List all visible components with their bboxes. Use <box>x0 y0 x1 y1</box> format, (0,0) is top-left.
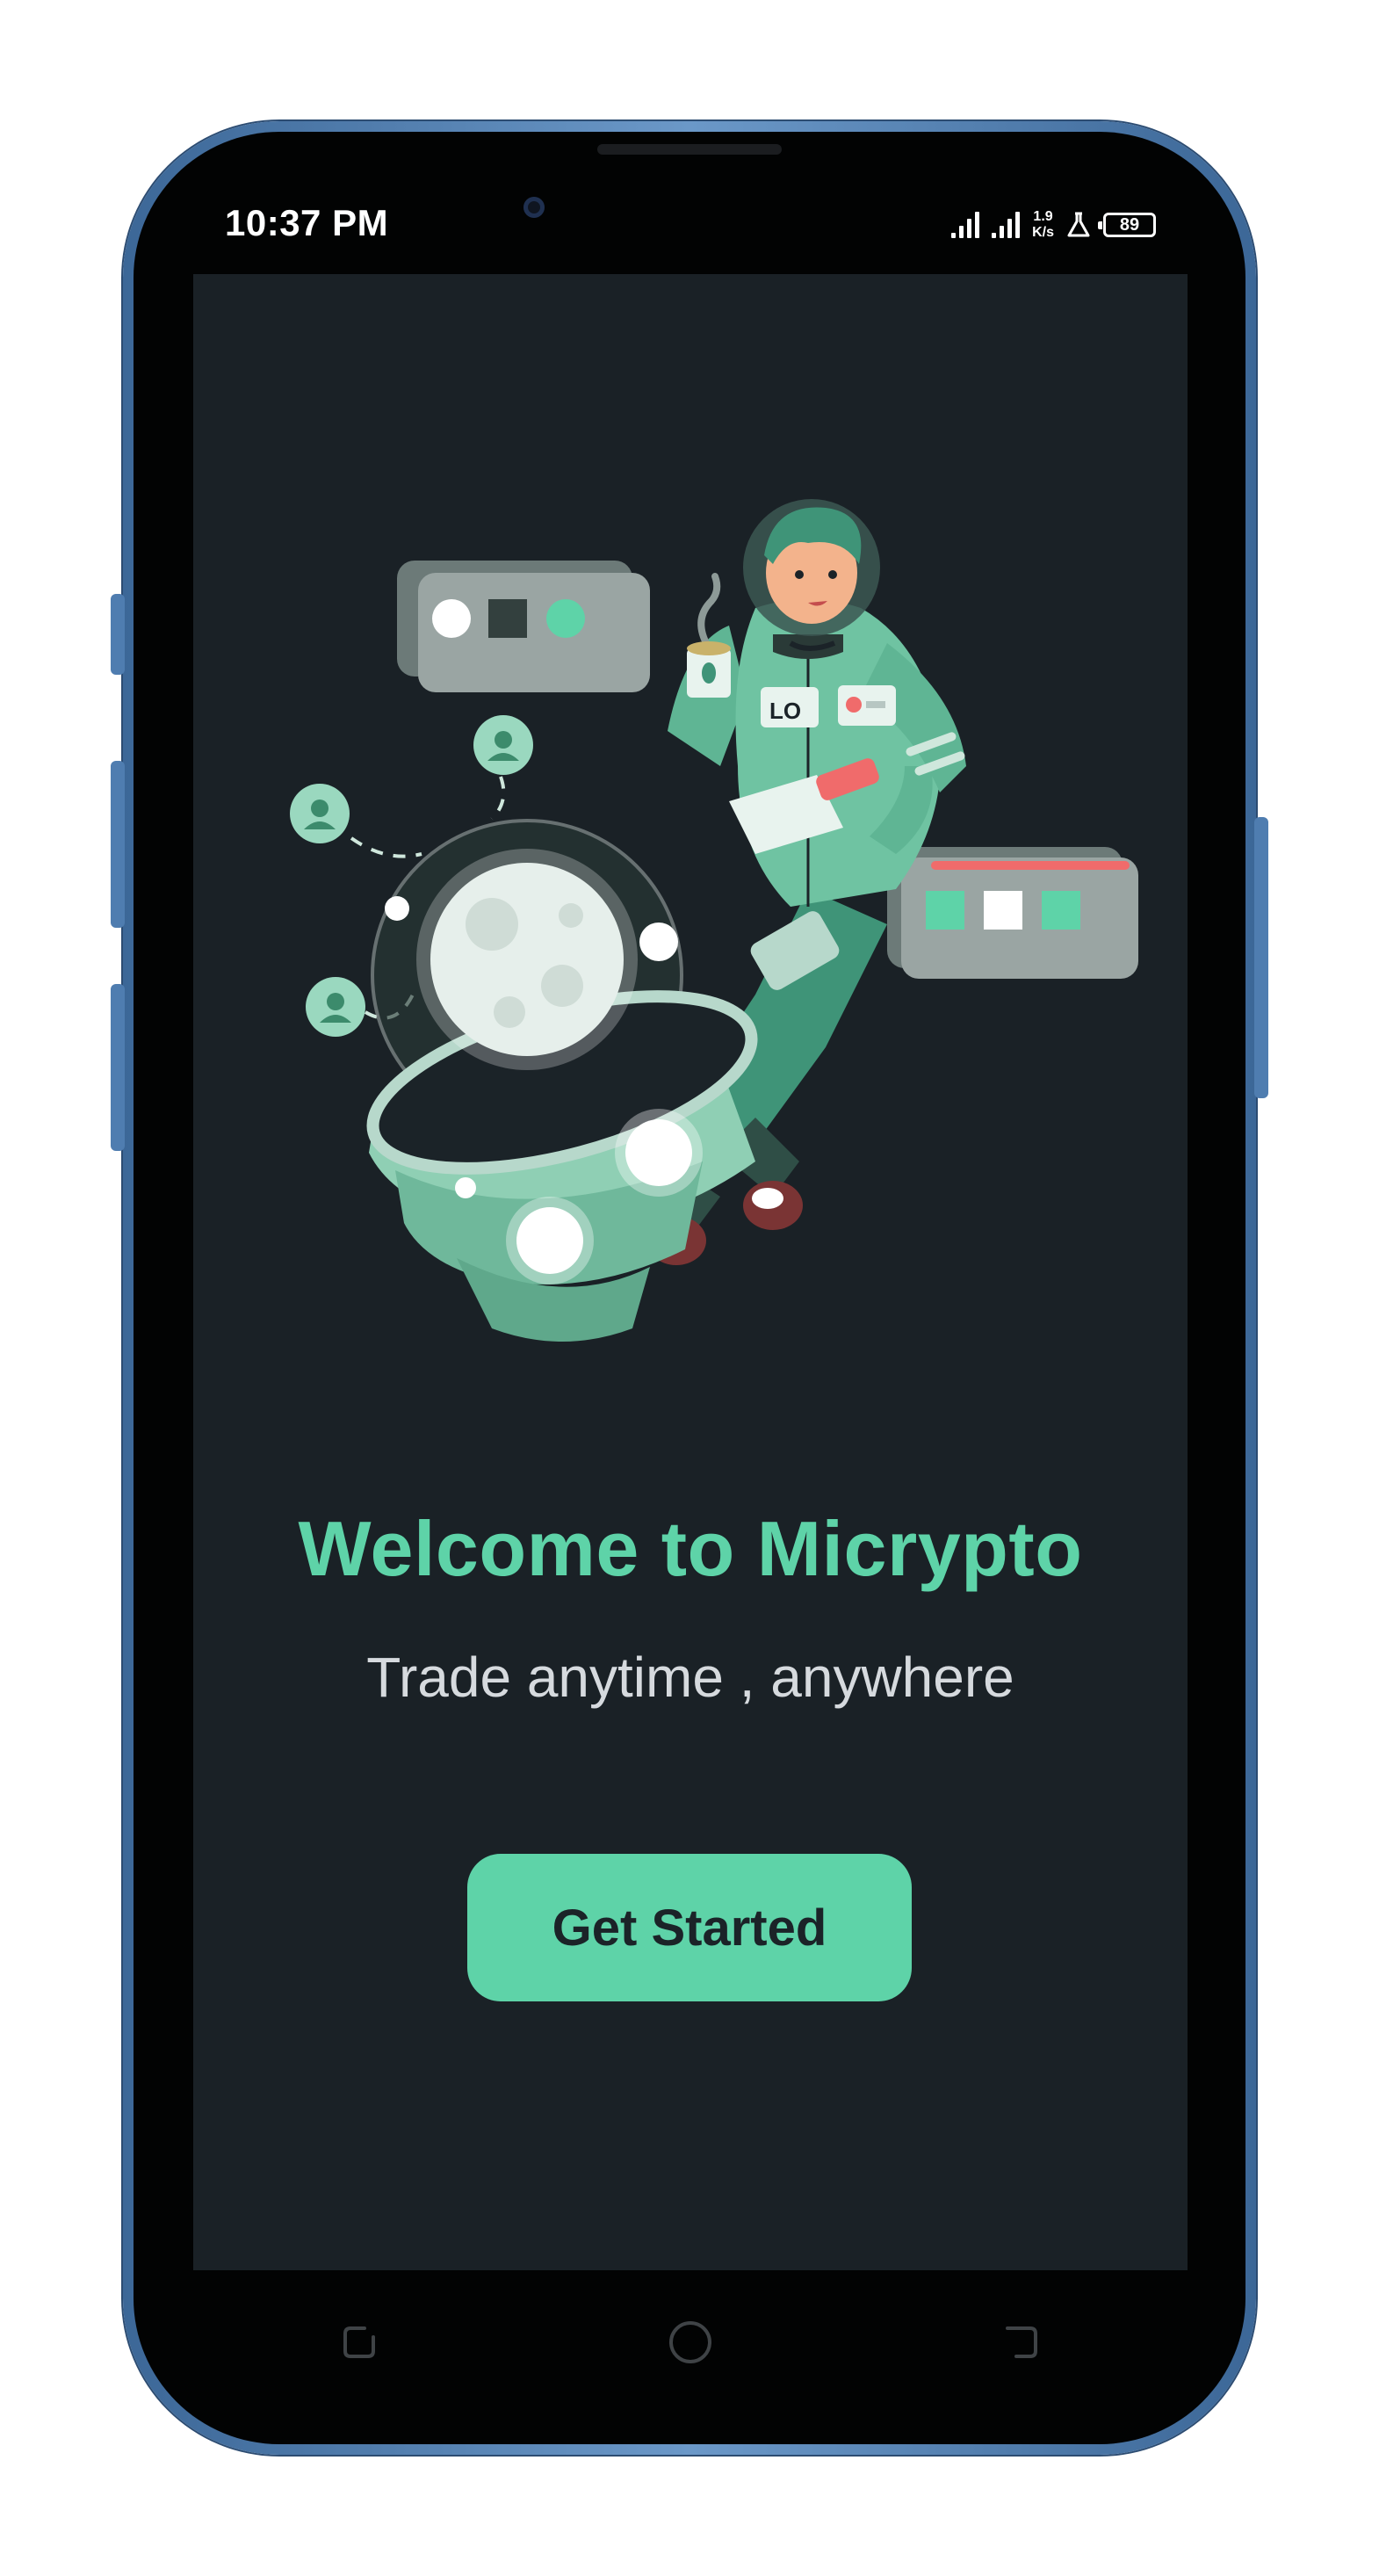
network-speed-value: 1.9 <box>1033 209 1053 224</box>
network-speed-unit: K/s <box>1032 225 1054 240</box>
astronaut-illustration: LO <box>290 499 1138 1342</box>
welcome-subtitle: Trade anytime , anywhere <box>366 1646 1014 1709</box>
power-button <box>1254 817 1268 1098</box>
user-bubble-icon <box>306 977 365 1037</box>
recents-icon[interactable] <box>324 2307 394 2377</box>
volume-up-button <box>111 761 125 928</box>
navigation-bar <box>193 2270 1188 2414</box>
volume-down-button <box>111 984 125 1151</box>
badge-text: LO <box>769 698 801 724</box>
front-camera <box>523 197 545 218</box>
battery-level: 89 <box>1119 215 1140 235</box>
battery-icon: 89 <box>1098 213 1156 237</box>
get-started-button[interactable]: Get Started <box>467 1854 912 2001</box>
mute-switch <box>111 594 125 675</box>
user-bubble-icon <box>290 784 350 843</box>
home-icon[interactable] <box>655 2307 726 2377</box>
signal-icon <box>992 212 1021 238</box>
card-panel-icon <box>887 847 1138 979</box>
flask-icon <box>1067 212 1090 237</box>
app-screen: LO Welcome to Micrypto Trade anytime , a… <box>193 274 1188 2270</box>
signal-icon <box>951 212 980 238</box>
status-icons: 1.9 K/s 89 <box>951 206 1156 244</box>
card-panel-icon <box>397 561 650 692</box>
device-frame: 10:37 PM 1.9 K/s 89 LO Welcome to Micryp… <box>0 0 1379 2576</box>
earpiece-speaker <box>597 144 782 155</box>
back-icon[interactable] <box>986 2307 1057 2377</box>
moon-capsule-illustration <box>366 819 758 1342</box>
user-bubble-icon <box>473 715 533 775</box>
network-speed: 1.9 K/s <box>1032 209 1054 241</box>
status-time: 10:37 PM <box>225 202 389 243</box>
welcome-title: Welcome to Micrypto <box>298 1505 1083 1592</box>
